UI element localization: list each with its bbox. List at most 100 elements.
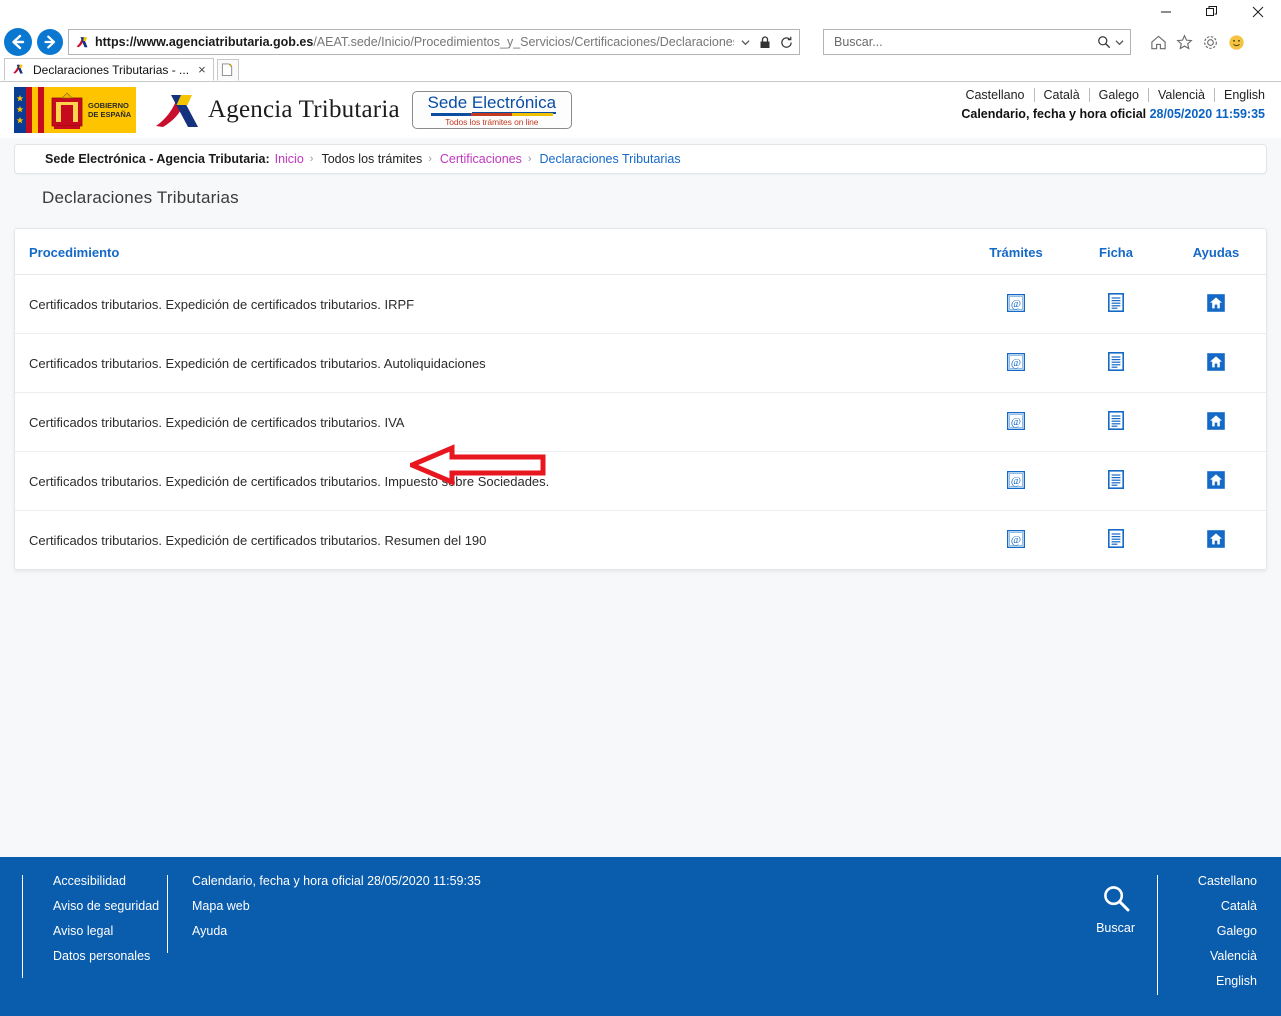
- breadcrumb-item-inicio[interactable]: Inicio: [275, 152, 304, 166]
- document-icon[interactable]: [1108, 529, 1124, 548]
- footer-lang-valencia[interactable]: Valencià: [1180, 950, 1257, 963]
- page-title: Declaraciones Tributarias: [42, 188, 239, 207]
- breadcrumb-item-certificaciones[interactable]: Certificaciones: [440, 152, 522, 166]
- footer-search-button[interactable]: Buscar: [1096, 883, 1135, 935]
- gear-icon[interactable]: [1202, 34, 1219, 51]
- svg-text:@: @: [1011, 298, 1021, 310]
- breadcrumb-separator-icon: ›: [527, 153, 532, 165]
- document-icon[interactable]: [1108, 470, 1124, 489]
- footer-link-datos-personales[interactable]: Datos personales: [53, 950, 167, 963]
- cell-procedimiento: Certificados tributarios. Expedición de …: [15, 274, 966, 334]
- address-bar[interactable]: https://www.agenciatributaria.gob.es/AEA…: [68, 29, 800, 55]
- official-datetime: Calendario, fecha y hora oficial 28/05/2…: [956, 107, 1265, 121]
- document-icon[interactable]: [1108, 411, 1124, 430]
- house-icon[interactable]: [1207, 352, 1225, 371]
- house-icon[interactable]: [1207, 529, 1225, 548]
- lang-catala[interactable]: Català: [1035, 88, 1090, 102]
- sede-tagline: Todos los trámites on line: [445, 117, 539, 127]
- breadcrumb-separator-icon: ›: [428, 153, 432, 165]
- search-icon[interactable]: [1095, 35, 1113, 49]
- home-icon[interactable]: [1150, 34, 1167, 51]
- close-icon[interactable]: ×: [195, 62, 209, 77]
- minimize-button[interactable]: [1143, 0, 1189, 24]
- lang-castellano[interactable]: Castellano: [956, 88, 1035, 102]
- document-icon[interactable]: [1108, 352, 1124, 371]
- table-row: Certificados tributarios. Expedición de …: [15, 392, 1266, 452]
- back-button[interactable]: [4, 28, 32, 56]
- procedures-table-body: Certificados tributarios. Expedición de …: [15, 274, 1266, 569]
- table-row: Certificados tributarios. Expedición de …: [15, 274, 1266, 334]
- browser-search-bar[interactable]: [823, 29, 1131, 55]
- cell-tramites: @: [966, 333, 1066, 393]
- smiley-feedback-icon[interactable]: [1228, 34, 1245, 51]
- window-titlebar: [0, 0, 1281, 26]
- cell-ayudas: [1166, 333, 1266, 393]
- site-header: GOBIERNO DE ESPAÑA Agencia Tributaria Se…: [0, 82, 1281, 138]
- cell-procedimiento: Certificados tributarios. Expedición de …: [15, 392, 966, 452]
- browser-tab[interactable]: Declaraciones Tributarias - ... ×: [4, 58, 214, 81]
- sede-electronica-logo[interactable]: Sede Electrónica Todos los trámites on l…: [411, 91, 572, 129]
- footer-lang-english[interactable]: English: [1180, 975, 1257, 988]
- cell-ficha: [1066, 451, 1166, 511]
- browser-chrome: https://www.agenciatributaria.gob.es/AEA…: [0, 0, 1281, 82]
- aeat-favicon: [74, 34, 90, 50]
- lang-galego[interactable]: Galego: [1090, 88, 1149, 102]
- browser-toolbar-icons: [1150, 33, 1245, 51]
- house-icon[interactable]: [1207, 470, 1225, 489]
- house-icon[interactable]: [1207, 411, 1225, 430]
- at-sign-icon[interactable]: @: [1006, 529, 1026, 548]
- cell-ficha: [1066, 333, 1166, 393]
- site-footer: Accesibilidad Aviso de seguridad Aviso l…: [0, 857, 1281, 1016]
- tab-favicon: [11, 62, 27, 78]
- column-header-procedimiento[interactable]: Procedimiento: [15, 229, 966, 275]
- star-icon[interactable]: [1176, 33, 1193, 51]
- document-icon[interactable]: [1108, 293, 1124, 312]
- breadcrumb-item-declaraciones-tributarias[interactable]: Declaraciones Tributarias: [540, 152, 681, 166]
- cell-tramites: @: [966, 274, 1066, 334]
- agencia-tributaria-logo[interactable]: Agencia Tributaria: [154, 90, 400, 130]
- at-sign-icon[interactable]: @: [1006, 352, 1026, 371]
- maximize-restore-button[interactable]: [1189, 0, 1235, 24]
- at-sign-icon[interactable]: @: [1006, 411, 1026, 430]
- cell-procedimiento: Certificados tributarios. Expedición de …: [15, 333, 966, 393]
- lang-english[interactable]: English: [1215, 88, 1265, 102]
- footer-link-accesibilidad[interactable]: Accesibilidad: [53, 875, 167, 888]
- search-icon: [1101, 883, 1131, 918]
- search-dropdown-icon[interactable]: [1113, 38, 1126, 47]
- footer-link-aviso-legal[interactable]: Aviso legal: [53, 925, 167, 938]
- footer-lang-castellano[interactable]: Castellano: [1180, 875, 1257, 888]
- refresh-icon[interactable]: [778, 36, 795, 49]
- address-dropdown-icon[interactable]: [739, 38, 752, 47]
- breadcrumb-item-todos-los-tramites[interactable]: Todos los trámites: [321, 152, 422, 166]
- table-header-row: Procedimiento Trámites Ficha Ayudas: [15, 229, 1266, 275]
- page-content: GOBIERNO DE ESPAÑA Agencia Tributaria Se…: [0, 82, 1281, 1016]
- footer-link-calendario[interactable]: Calendario, fecha y hora oficial 28/05/2…: [192, 875, 481, 888]
- search-input[interactable]: [832, 34, 1095, 50]
- cell-tramites: @: [966, 392, 1066, 452]
- column-header-ficha[interactable]: Ficha: [1066, 229, 1166, 275]
- brand-group[interactable]: GOBIERNO DE ESPAÑA Agencia Tributaria Se…: [14, 87, 572, 133]
- footer-lang-catala[interactable]: Català: [1180, 900, 1257, 913]
- back-arrow-icon: [12, 34, 25, 50]
- forward-button[interactable]: [37, 29, 63, 55]
- lang-valencia[interactable]: Valencià: [1149, 88, 1215, 102]
- close-button[interactable]: [1235, 0, 1281, 24]
- browser-navbar: https://www.agenciatributaria.gob.es/AEA…: [0, 26, 1281, 58]
- column-header-ayudas[interactable]: Ayudas: [1166, 229, 1266, 275]
- footer-link-ayuda[interactable]: Ayuda: [192, 925, 481, 938]
- svg-text:@: @: [1011, 475, 1021, 487]
- new-tab-button[interactable]: [216, 59, 239, 81]
- table-row: Certificados tributarios. Expedición de …: [15, 451, 1266, 511]
- table-row: Certificados tributarios. Expedición de …: [15, 333, 1266, 393]
- house-icon[interactable]: [1207, 293, 1225, 312]
- at-sign-icon[interactable]: @: [1006, 293, 1026, 312]
- header-language-switcher: Castellano Català Galego Valencià Englis…: [956, 88, 1265, 102]
- sede-word2: Electrónica: [471, 93, 557, 114]
- at-sign-icon[interactable]: @: [1006, 470, 1026, 489]
- column-header-tramites[interactable]: Trámites: [966, 229, 1066, 275]
- footer-lang-galego[interactable]: Galego: [1180, 925, 1257, 938]
- tab-title: Declaraciones Tributarias - ...: [33, 62, 190, 77]
- cell-ayudas: [1166, 392, 1266, 452]
- footer-link-mapa-web[interactable]: Mapa web: [192, 900, 481, 913]
- footer-link-aviso-de-seguridad[interactable]: Aviso de seguridad: [53, 900, 167, 913]
